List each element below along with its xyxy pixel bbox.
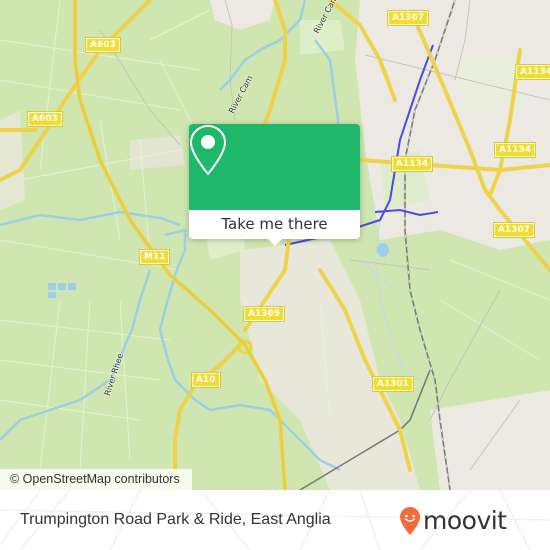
road-label-a603: A603 (85, 37, 121, 53)
road-label-a1134: A1134 (390, 156, 434, 172)
road-label-m11: M11 (138, 249, 171, 265)
map[interactable]: A603 A603 A1307 A1134 A1134 A1134 A1307 … (0, 0, 550, 490)
map-pin-icon (189, 124, 227, 176)
road-label-a1309: A1309 (242, 306, 286, 322)
road-label-a1301: A1301 (371, 376, 415, 392)
road-label-a603: A603 (27, 111, 63, 127)
road-label-a10: A10 (191, 372, 221, 388)
popup-header (189, 124, 360, 210)
take-me-there-button[interactable]: Take me there (189, 210, 360, 239)
road-label-a1134: A1134 (514, 64, 550, 80)
road-label-a1307: A1307 (492, 222, 536, 238)
moovit-logo[interactable]: moovit (399, 501, 507, 541)
road-label-a1307: A1307 (386, 10, 430, 26)
popup-tail (266, 237, 284, 246)
map-attribution[interactable]: © OpenStreetMap contributors (0, 469, 192, 490)
road-label-a1134: A1134 (493, 142, 537, 158)
location-title: Trumpington Road Park & Ride, East Angli… (20, 511, 331, 528)
footer: Trumpington Road Park & Ride, East Angli… (0, 490, 550, 550)
location-popup: Take me there (189, 124, 360, 246)
moovit-wordmark: moovit (423, 505, 507, 535)
moovit-pin-icon (400, 507, 420, 535)
